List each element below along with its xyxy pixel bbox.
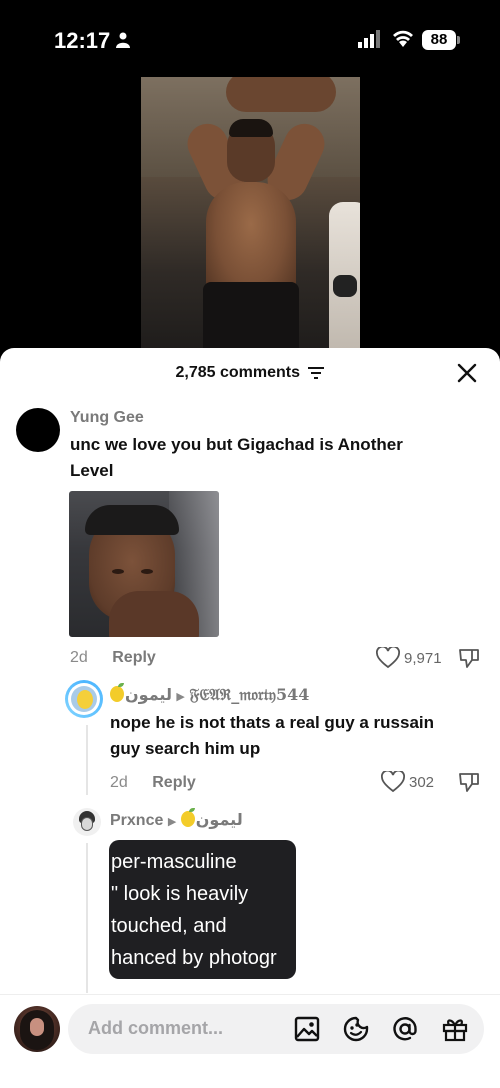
person-icon — [116, 32, 130, 48]
emoji-icon[interactable] — [342, 1015, 370, 1043]
photo-hair — [85, 505, 179, 535]
comment-input-placeholder: Add comment... — [88, 1018, 224, 1038]
comment-username-text: Yung Gee — [70, 409, 144, 426]
heart-icon[interactable] — [376, 647, 400, 669]
comment-username-text: ليمون — [125, 687, 172, 704]
reply-to-username: 𝔉𝔈𝔄ℜ_𝔪𝔬𝔯𝔱𝔶544 — [189, 685, 310, 704]
comment-input[interactable]: Add comment... — [68, 1004, 484, 1054]
video-player[interactable] — [141, 77, 360, 357]
text-overlay-popup: per-masculine " look is heavily touched,… — [109, 840, 296, 979]
filter-icon[interactable] — [308, 366, 325, 379]
reply-button[interactable]: Reply — [152, 774, 196, 791]
avatar[interactable] — [16, 408, 60, 452]
lemon-avatar-icon — [77, 690, 93, 709]
comments-header: 2,785 comments — [0, 348, 500, 400]
video-camera — [333, 275, 357, 297]
comment-meta: 2d Reply — [70, 649, 156, 667]
comment-age: 2d — [110, 774, 128, 791]
comment-text-line-2: Level — [70, 461, 114, 480]
status-bar: 12:17 88 — [0, 0, 500, 78]
comment-composer: Add comment... — [0, 994, 500, 1088]
avatar[interactable] — [73, 808, 101, 836]
gift-icon[interactable] — [441, 1015, 469, 1043]
dislike-icon[interactable] — [458, 771, 480, 793]
comment-image[interactable] — [69, 491, 219, 637]
signal-icon — [358, 30, 380, 48]
wifi-icon — [393, 30, 413, 47]
comment-username-text: Prxnce — [110, 812, 164, 829]
battery-tip — [457, 36, 460, 44]
comment-text-line-2: guy search him up — [110, 739, 261, 758]
reply-arrow-icon: ▶ — [176, 691, 185, 703]
reply-to-username: ليمون — [195, 812, 243, 829]
comment-meta: 2d Reply — [110, 774, 196, 792]
like-count: 302 — [409, 774, 435, 791]
thread-line — [86, 725, 88, 795]
comments-count: 2,785 comments — [175, 364, 301, 381]
lemon-icon — [110, 683, 124, 702]
dislike-icon[interactable] — [458, 647, 480, 669]
battery-level: 88 — [422, 30, 456, 50]
reply-header[interactable]: Prxnce ▶ ليمون — [110, 808, 243, 830]
video-figure-arms — [226, 77, 336, 112]
reply-button[interactable]: Reply — [112, 649, 156, 666]
overlay-line-3: touched, and — [111, 915, 227, 937]
mention-icon[interactable] — [391, 1015, 419, 1043]
avatar[interactable] — [14, 1006, 60, 1052]
comment-username[interactable]: Yung Gee — [70, 409, 144, 427]
reply-header[interactable]: ليمون ▶ 𝔉𝔈𝔄ℜ_𝔪𝔬𝔯𝔱𝔶544 — [110, 683, 310, 705]
image-icon[interactable] — [293, 1015, 321, 1043]
photo-eye-left — [112, 569, 124, 574]
close-icon[interactable] — [456, 362, 478, 384]
video-figure-shorts — [203, 282, 299, 357]
lemon-icon — [180, 808, 195, 827]
comment-text: unc we love you but Gigachad is Another … — [70, 432, 480, 484]
overlay-line-2: " look is heavily — [111, 883, 249, 905]
video-figure-hair — [229, 119, 273, 137]
overlay-line-1: per-masculine — [111, 851, 237, 873]
comment-text: nope he is not thats a real guy a russai… — [110, 710, 490, 762]
comments-title[interactable]: 2,785 comments — [0, 364, 500, 382]
comment-text-line-1: unc we love you but Gigachad is Another — [70, 435, 403, 454]
reply-arrow-icon: ▶ — [167, 816, 177, 828]
thread-line — [86, 843, 88, 993]
overlay-line-4: hanced by photogr — [111, 947, 277, 969]
like-count: 9,971 — [404, 650, 442, 667]
avatar[interactable] — [65, 680, 103, 718]
photo-hand — [109, 591, 199, 637]
heart-icon[interactable] — [381, 771, 405, 793]
status-time: 12:17 — [54, 28, 111, 53]
comment-text-line-1: nope he is not thats a real guy a russai… — [110, 713, 435, 732]
photo-eye-right — [141, 569, 153, 574]
comment-age: 2d — [70, 649, 88, 666]
